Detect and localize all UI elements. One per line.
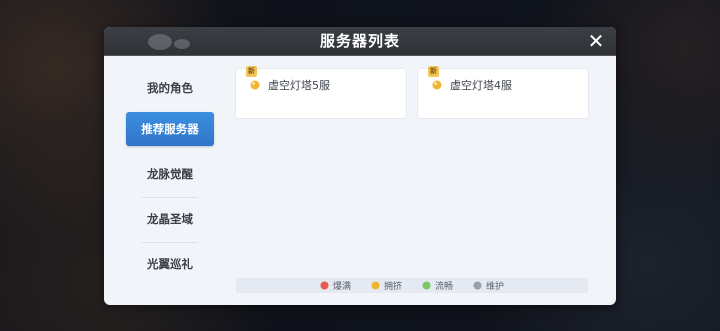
close-button[interactable]: ✕ [586,31,606,51]
server-card[interactable]: 新 虚空灯塔4服 [418,66,588,118]
sidebar-item-my-characters[interactable]: 我的角色 [135,66,205,110]
server-card[interactable]: 新 虚空灯塔5服 [236,66,406,118]
new-badge: 新 [246,66,257,77]
yellow-status-icon [371,281,380,290]
sidebar-item-longmai-awakening[interactable]: 龙脉觉醒 [135,152,205,196]
yellow-status-icon [250,80,260,90]
green-status-icon [422,281,431,290]
legend-item: 维护 [473,279,504,292]
legend-item: 拥挤 [371,279,402,292]
legend-label: 爆满 [332,282,351,292]
server-category-sidebar: 我的角色 推荐服务器 龙脉觉醒 龙晶圣域 光翼巡礼 [126,66,214,291]
legend-label: 流畅 [435,282,454,292]
red-status-icon [320,281,329,290]
legend-item: 爆满 [320,279,351,292]
server-name: 虚空灯塔5服 [268,79,330,92]
sidebar-item-longjing-sanctuary[interactable]: 龙晶圣域 [135,197,205,241]
dialog-title: 服务器列表 [319,32,400,50]
sidebar-item-wing-pilgrimage[interactable]: 光翼巡礼 [135,242,205,286]
server-name: 虚空灯塔4服 [450,79,512,92]
legend-label: 维护 [486,282,505,292]
dialog-titlebar: 服务器列表 ✕ [104,27,616,56]
legend-item: 流畅 [422,279,453,292]
status-legend: 爆满 拥挤 流畅 维护 [236,278,588,293]
close-icon: ✕ [587,29,605,53]
server-list-dialog: 服务器列表 ✕ 我的角色 推荐服务器 龙脉觉醒 龙晶圣域 光翼巡礼 新 虚空灯塔… [104,27,616,305]
yellow-status-icon [432,80,442,90]
legend-label: 拥挤 [383,282,402,292]
gray-status-icon [473,281,482,290]
new-badge: 新 [428,66,439,77]
sidebar-item-recommended-servers[interactable]: 推荐服务器 [126,112,214,146]
